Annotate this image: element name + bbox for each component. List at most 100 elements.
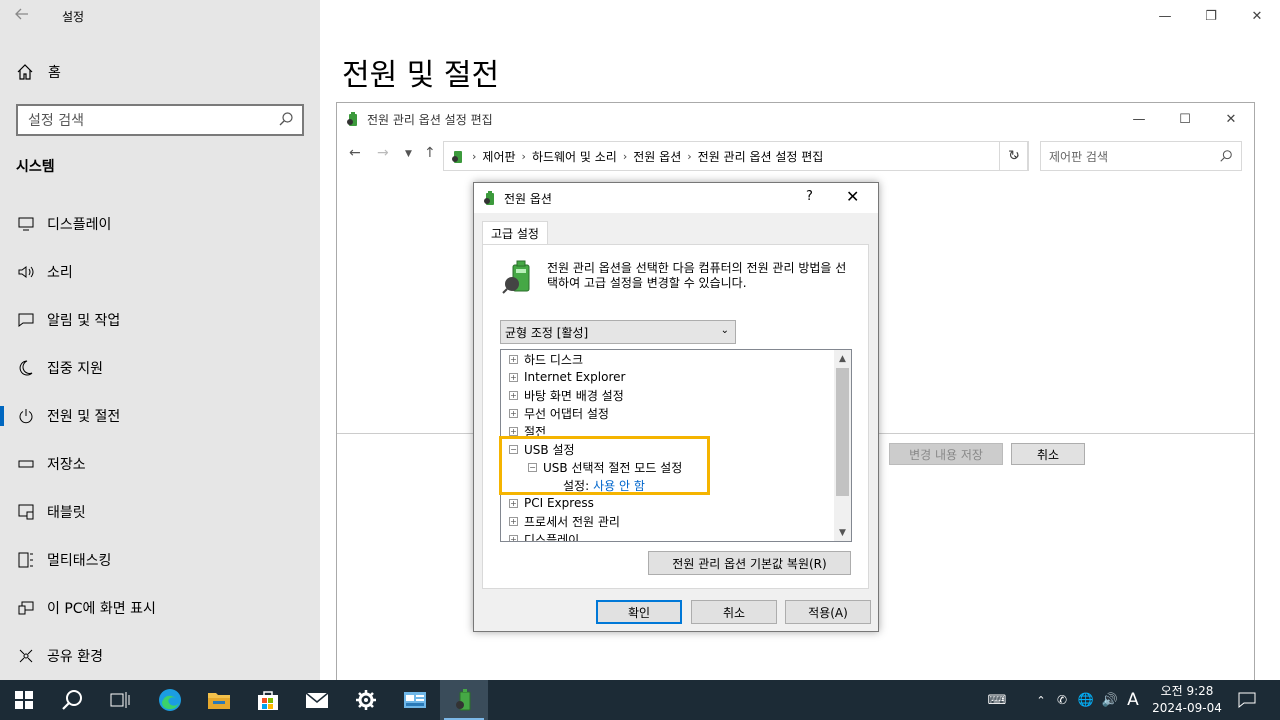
address-bar[interactable]: › 제어판 › 하드웨어 및 소리 › 전원 옵션 › 전원 관리 옵션 설정 …	[443, 141, 1028, 171]
refresh-icon[interactable]: ↻	[999, 141, 1029, 171]
close-icon[interactable]: ✕	[1234, 0, 1280, 32]
nav-item-sound[interactable]: 소리	[0, 248, 320, 296]
breadcrumb-item[interactable]: 전원 옵션	[633, 148, 681, 165]
cp-maximize-icon[interactable]: ☐	[1162, 103, 1208, 135]
start-icon[interactable]	[0, 680, 48, 720]
back-arrow-icon[interactable]	[14, 6, 34, 26]
window-title: 설정	[62, 10, 85, 24]
breadcrumb-item[interactable]: 제어판	[482, 148, 515, 165]
tree-label: USB 설정	[524, 442, 575, 457]
cp-close-icon[interactable]: ✕	[1208, 103, 1254, 135]
store-icon[interactable]	[244, 680, 292, 720]
keyboard-icon[interactable]: ⌨	[984, 693, 1010, 708]
expand-icon[interactable]: +	[509, 408, 518, 418]
file-explorer-icon[interactable]	[195, 680, 243, 720]
nav-item-storage[interactable]: 저장소	[0, 440, 320, 488]
expand-icon[interactable]: +	[509, 354, 518, 364]
moon-icon	[16, 358, 36, 378]
nav-item-tablet[interactable]: 태블릿	[0, 488, 320, 536]
expand-icon[interactable]: +	[509, 390, 518, 400]
cp-search-input[interactable]: 제어판 검색	[1040, 141, 1242, 171]
nav-item-notifications[interactable]: 알림 및 작업	[0, 296, 320, 344]
tree-item[interactable]: + PCI Express	[509, 494, 594, 512]
recent-dropdown-icon[interactable]: ▼	[405, 149, 412, 159]
notification-center-icon[interactable]	[1224, 680, 1270, 720]
mail-icon[interactable]	[293, 680, 341, 720]
tree-label: Internet Explorer	[524, 370, 626, 384]
dialog-cancel-button[interactable]: 취소	[691, 600, 777, 624]
expand-icon[interactable]: +	[509, 372, 518, 382]
power-plan-select[interactable]: 균형 조정 [활성] ⌄	[500, 320, 736, 344]
meet-now-icon[interactable]: ✆	[1050, 693, 1074, 707]
breadcrumb-item[interactable]: 하드웨어 및 소리	[532, 148, 617, 165]
restore-defaults-button[interactable]: 전원 관리 옵션 기본값 복원(R)	[648, 551, 851, 575]
volume-icon[interactable]: 🔊	[1098, 693, 1122, 708]
ime-indicator[interactable]: A	[1122, 690, 1144, 710]
chevron-down-icon: ⌄	[720, 325, 729, 336]
chevron-right-icon: ›	[472, 149, 477, 163]
tree-item-usb-selective-suspend[interactable]: − USB 선택적 절전 모드 설정	[528, 458, 682, 476]
dialog-close-icon[interactable]: ✕	[846, 187, 859, 206]
nav-item-display[interactable]: 디스플레이	[0, 200, 320, 248]
clock[interactable]: 오전 9:28 2024-09-04	[1150, 683, 1224, 717]
tree-item-setting-value[interactable]: 설정: 사용 안 함	[563, 476, 645, 494]
nav-item-label: 전원 및 절전	[47, 409, 121, 425]
tree-label: PCI Express	[524, 496, 594, 510]
settings-search-input[interactable]: 설정 검색	[16, 104, 304, 136]
settings-window-controls: — ❐ ✕	[1142, 0, 1280, 32]
collapse-icon[interactable]: −	[509, 444, 518, 454]
help-button[interactable]: ?	[806, 189, 813, 204]
power-icon	[16, 406, 36, 426]
tree-item[interactable]: + 프로세서 전원 관리	[509, 512, 620, 530]
tab-advanced-settings[interactable]: 고급 설정	[482, 221, 548, 245]
nav-item-shared[interactable]: 공유 환경	[0, 632, 320, 680]
tree-item[interactable]: + Internet Explorer	[509, 368, 625, 386]
setting-value-link[interactable]: 사용 안 함	[593, 477, 645, 494]
apply-button[interactable]: 적용(A)	[785, 600, 871, 624]
settings-gear-icon[interactable]	[342, 680, 390, 720]
back-icon[interactable]: ←	[349, 145, 361, 161]
tree-item[interactable]: + 무선 어댑터 설정	[509, 404, 609, 422]
network-icon[interactable]: 🌐	[1074, 693, 1098, 708]
tree-label: 프로세서 전원 관리	[524, 514, 620, 529]
dialog-title: 전원 옵션	[504, 191, 552, 206]
task-view-icon[interactable]	[96, 680, 144, 720]
up-icon[interactable]: ↑	[424, 145, 436, 161]
control-panel-icon[interactable]	[391, 680, 439, 720]
ok-button[interactable]: 확인	[596, 600, 682, 624]
edge-icon[interactable]	[146, 680, 194, 720]
scroll-thumb[interactable]	[836, 368, 849, 496]
nav-item-multitasking[interactable]: 멀티태스킹	[0, 536, 320, 584]
tree-scrollbar[interactable]: ▲ ▼	[834, 350, 851, 541]
expand-icon[interactable]: +	[509, 426, 518, 436]
breadcrumb-item[interactable]: 전원 관리 옵션 설정 편집	[698, 148, 824, 165]
scroll-up-icon[interactable]: ▲	[834, 350, 851, 367]
restore-icon[interactable]: ❐	[1188, 0, 1234, 32]
save-changes-button[interactable]: 변경 내용 저장	[889, 443, 1003, 465]
collapse-icon[interactable]: −	[528, 462, 537, 472]
nav-item-focus-assist[interactable]: 집중 지원	[0, 344, 320, 392]
tree-item-usb[interactable]: − USB 설정	[509, 440, 575, 458]
minimize-icon[interactable]: —	[1142, 0, 1188, 32]
power-options-taskbar-icon[interactable]	[440, 680, 488, 720]
nav-item-power[interactable]: 전원 및 절전	[0, 392, 320, 440]
dialog-titlebar: 전원 옵션 ? ✕	[474, 183, 878, 213]
expand-icon[interactable]: +	[509, 516, 518, 526]
search-icon[interactable]	[48, 680, 96, 720]
forward-icon[interactable]: →	[377, 145, 389, 161]
power-options-icon	[484, 191, 494, 205]
expand-icon[interactable]: +	[509, 498, 518, 508]
expand-icon[interactable]: +	[509, 534, 518, 541]
cp-cancel-button[interactable]: 취소	[1011, 443, 1085, 465]
tree-item[interactable]: + 바탕 화면 배경 설정	[509, 386, 624, 404]
panel-description: 전원 관리 옵션을 선택한 다음 컴퓨터의 전원 관리 방법을 선택하여 고급 …	[547, 261, 847, 290]
cp-minimize-icon[interactable]: —	[1116, 103, 1162, 135]
tree-item[interactable]: + 디스플레이	[509, 530, 579, 541]
tree-item[interactable]: + 하드 디스크	[509, 350, 583, 368]
nav-item-project[interactable]: 이 PC에 화면 표시	[0, 584, 320, 632]
settings-tree[interactable]: + 하드 디스크 + Internet Explorer + 바탕 화면 배경 설정 …	[500, 349, 852, 542]
chevron-up-icon[interactable]: ⌃	[1032, 694, 1050, 707]
nav-home[interactable]: 홈	[16, 62, 61, 82]
scroll-down-icon[interactable]: ▼	[834, 524, 851, 541]
tree-item[interactable]: + 절전	[509, 422, 546, 440]
